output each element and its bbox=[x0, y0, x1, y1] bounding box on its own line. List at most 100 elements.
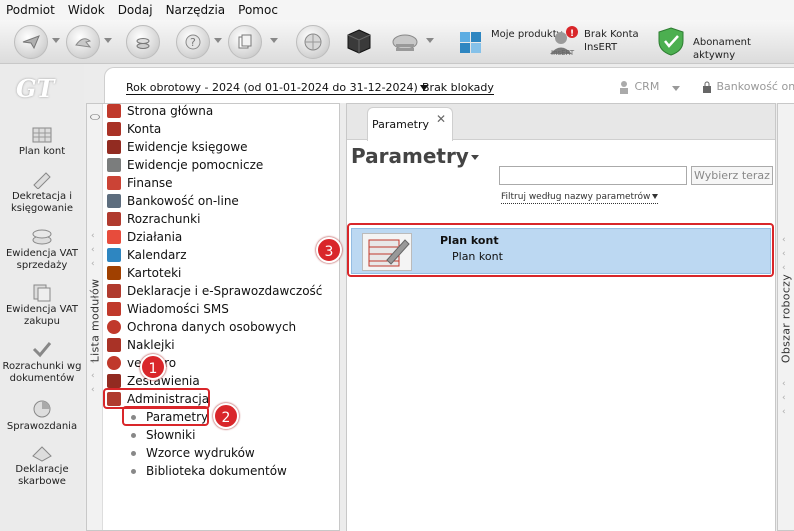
expand-chevron-icon[interactable]: ‹ bbox=[782, 264, 790, 273]
module-deklaracje[interactable]: Deklaracje i e-Sprawozdawczość bbox=[107, 282, 322, 300]
expand-chevron-icon[interactable]: ‹ bbox=[782, 408, 790, 417]
collapse-chevron-icon[interactable]: ‹ bbox=[91, 260, 99, 269]
pin-icon[interactable] bbox=[90, 114, 100, 120]
page-title[interactable]: Parametry bbox=[351, 144, 479, 168]
page-title-label: Parametry bbox=[351, 144, 469, 168]
module-label: Ewidencje pomocnicze bbox=[127, 158, 264, 172]
workspace-strip[interactable]: ‹ ‹ ‹ ‹ ‹ ‹ Obszar roboczy bbox=[777, 103, 794, 531]
collapse-chevron-icon[interactable]: ‹ bbox=[91, 386, 99, 395]
cube-icon[interactable] bbox=[344, 26, 374, 56]
module-bankowosc[interactable]: Bankowość on-line bbox=[107, 192, 239, 210]
actions-icon bbox=[107, 230, 121, 244]
menu-dodaj[interactable]: Dodaj bbox=[118, 3, 153, 17]
menu-podmiot[interactable]: Podmiot bbox=[6, 3, 55, 17]
documents-icon[interactable] bbox=[228, 25, 262, 59]
forward-dropdown-icon[interactable] bbox=[104, 38, 112, 43]
send-icon[interactable] bbox=[14, 25, 48, 59]
nav-label: Ewidencja VAT zakupu bbox=[5, 304, 79, 327]
finance-icon bbox=[107, 176, 121, 190]
shield-check-icon[interactable] bbox=[656, 26, 686, 56]
module-kartoteki[interactable]: Kartoteki bbox=[107, 264, 181, 282]
nav-dekretacja[interactable]: Dekretacja i księgowanie bbox=[0, 169, 84, 215]
send-dropdown-icon[interactable] bbox=[52, 38, 60, 43]
menu-narzedzia[interactable]: Narzędzia bbox=[166, 3, 226, 17]
nav-label: Sprawozdania bbox=[6, 421, 78, 432]
module-label: Rozrachunki bbox=[127, 212, 201, 226]
module-naklejki[interactable]: Naklejki bbox=[107, 336, 175, 354]
nav-sprawozdania[interactable]: Sprawozdania bbox=[0, 399, 84, 433]
forward-icon[interactable] bbox=[66, 25, 100, 59]
module-label: Deklaracje i e-Sprawozdawczość bbox=[127, 284, 323, 298]
calendar-icon bbox=[107, 248, 121, 262]
filter-dropdown[interactable]: Filtruj według nazwy parametrów bbox=[501, 192, 659, 204]
module-sms[interactable]: Wiadomości SMS bbox=[107, 300, 229, 318]
vat-purchase-icon bbox=[30, 282, 54, 302]
module-list-strip[interactable]: ‹ ‹ ‹ ‹ ‹ ‹ Lista modułów bbox=[87, 104, 103, 530]
globe-icon[interactable] bbox=[296, 25, 330, 59]
highlight-plan-kont bbox=[347, 223, 774, 277]
module-ewidencje-ksiegowe[interactable]: Ewidencje księgowe bbox=[107, 138, 248, 156]
index-cards-icon bbox=[107, 266, 121, 280]
close-icon[interactable]: ✕ bbox=[436, 112, 446, 126]
bank-lock-icon bbox=[703, 81, 711, 93]
module-finanse[interactable]: Finanse bbox=[107, 174, 173, 192]
module-kalendarz[interactable]: Kalendarz bbox=[107, 246, 187, 264]
expand-chevron-icon[interactable]: ‹ bbox=[782, 236, 790, 245]
expand-chevron-icon[interactable]: ‹ bbox=[782, 380, 790, 389]
brak-blokady-link[interactable]: Brak blokady bbox=[422, 82, 494, 95]
parameter-search-input[interactable] bbox=[499, 166, 687, 185]
wybierz-teraz-button[interactable]: Wybierz teraz bbox=[691, 166, 773, 185]
collapse-chevron-icon[interactable]: ‹ bbox=[91, 372, 99, 381]
nav-vat-zakupu[interactable]: Ewidencja VAT zakupu bbox=[0, 282, 84, 328]
module-label: Ochrona danych osobowych bbox=[127, 320, 297, 334]
nav-deklaracje[interactable]: Deklaracje skarbowe bbox=[0, 442, 84, 488]
fiscal-year-selector[interactable]: Rok obrotowy - 2024 (od 01-01-2024 do 31… bbox=[126, 82, 428, 95]
svg-text:?: ? bbox=[190, 36, 196, 49]
toolbar: ? Moje produkty ! InsERT Brak Konta InsE… bbox=[0, 20, 794, 64]
module-strona-glowna[interactable]: Strona główna bbox=[107, 102, 213, 120]
subitem-biblioteka[interactable]: Biblioteka dokumentów bbox=[131, 462, 287, 480]
subitem-slowniki[interactable]: Słowniki bbox=[131, 426, 195, 444]
crm-dropdown-icon[interactable] bbox=[672, 86, 680, 91]
coins-icon[interactable] bbox=[126, 25, 160, 59]
subitem-wzorce-wydrukow[interactable]: Wzorce wydruków bbox=[131, 444, 255, 462]
crm-button[interactable]: CRM bbox=[617, 80, 659, 94]
cloud-icon[interactable] bbox=[390, 26, 420, 56]
title-dropdown-icon bbox=[470, 155, 479, 160]
products-icon[interactable] bbox=[456, 26, 486, 56]
help-icon[interactable]: ? bbox=[176, 25, 210, 59]
module-ochrona-danych[interactable]: Ochrona danych osobowych bbox=[107, 318, 296, 336]
help-dropdown-icon[interactable] bbox=[214, 38, 222, 43]
module-label: Ewidencje księgowe bbox=[127, 140, 248, 154]
expand-chevron-icon[interactable]: ‹ bbox=[782, 250, 790, 259]
collapse-chevron-icon[interactable]: ‹ bbox=[91, 246, 99, 255]
module-ewidencje-pomocnicze[interactable]: Ewidencje pomocnicze bbox=[107, 156, 263, 174]
bankowosc-label: Bankowość on bbox=[716, 80, 794, 93]
bankowosc-button[interactable]: Bankowość on bbox=[701, 80, 794, 93]
home-icon bbox=[107, 104, 121, 118]
nav-vat-sprzedazy[interactable]: Ewidencja VAT sprzedaży bbox=[0, 226, 84, 272]
brak-konta-label[interactable]: Brak Konta InsERT bbox=[584, 28, 644, 54]
crm-person-icon bbox=[620, 81, 628, 94]
menu-widok[interactable]: Widok bbox=[68, 3, 105, 17]
bullet-icon bbox=[131, 468, 136, 474]
bullet-icon bbox=[131, 450, 136, 456]
subitem-label: Wzorce wydruków bbox=[146, 446, 255, 460]
module-konta[interactable]: Konta bbox=[107, 120, 161, 138]
cloud-dropdown-icon[interactable] bbox=[426, 38, 434, 43]
auxiliary-records-icon bbox=[107, 158, 121, 172]
declarations-icon bbox=[107, 284, 121, 298]
module-rozrachunki[interactable]: Rozrachunki bbox=[107, 210, 200, 228]
tab-parametry[interactable]: Parametry ✕ bbox=[367, 107, 453, 141]
nav-label: Plan kont bbox=[18, 146, 66, 157]
documents-dropdown-icon[interactable] bbox=[270, 38, 278, 43]
abonament-label[interactable]: Abonament aktywny bbox=[693, 36, 794, 62]
fiscal-year-label: Rok obrotowy - 2024 (od 01-01-2024 do 31… bbox=[126, 81, 418, 94]
menu-pomoc[interactable]: Pomoc bbox=[238, 3, 278, 17]
expand-chevron-icon[interactable]: ‹ bbox=[782, 394, 790, 403]
filter-dropdown-icon bbox=[652, 194, 659, 199]
nav-plan-kont[interactable]: Plan kont bbox=[0, 124, 84, 158]
module-dzialania[interactable]: Działania bbox=[107, 228, 182, 246]
collapse-chevron-icon[interactable]: ‹ bbox=[91, 232, 99, 241]
nav-rozrachunki[interactable]: Rozrachunki wg dokumentów bbox=[0, 339, 84, 385]
